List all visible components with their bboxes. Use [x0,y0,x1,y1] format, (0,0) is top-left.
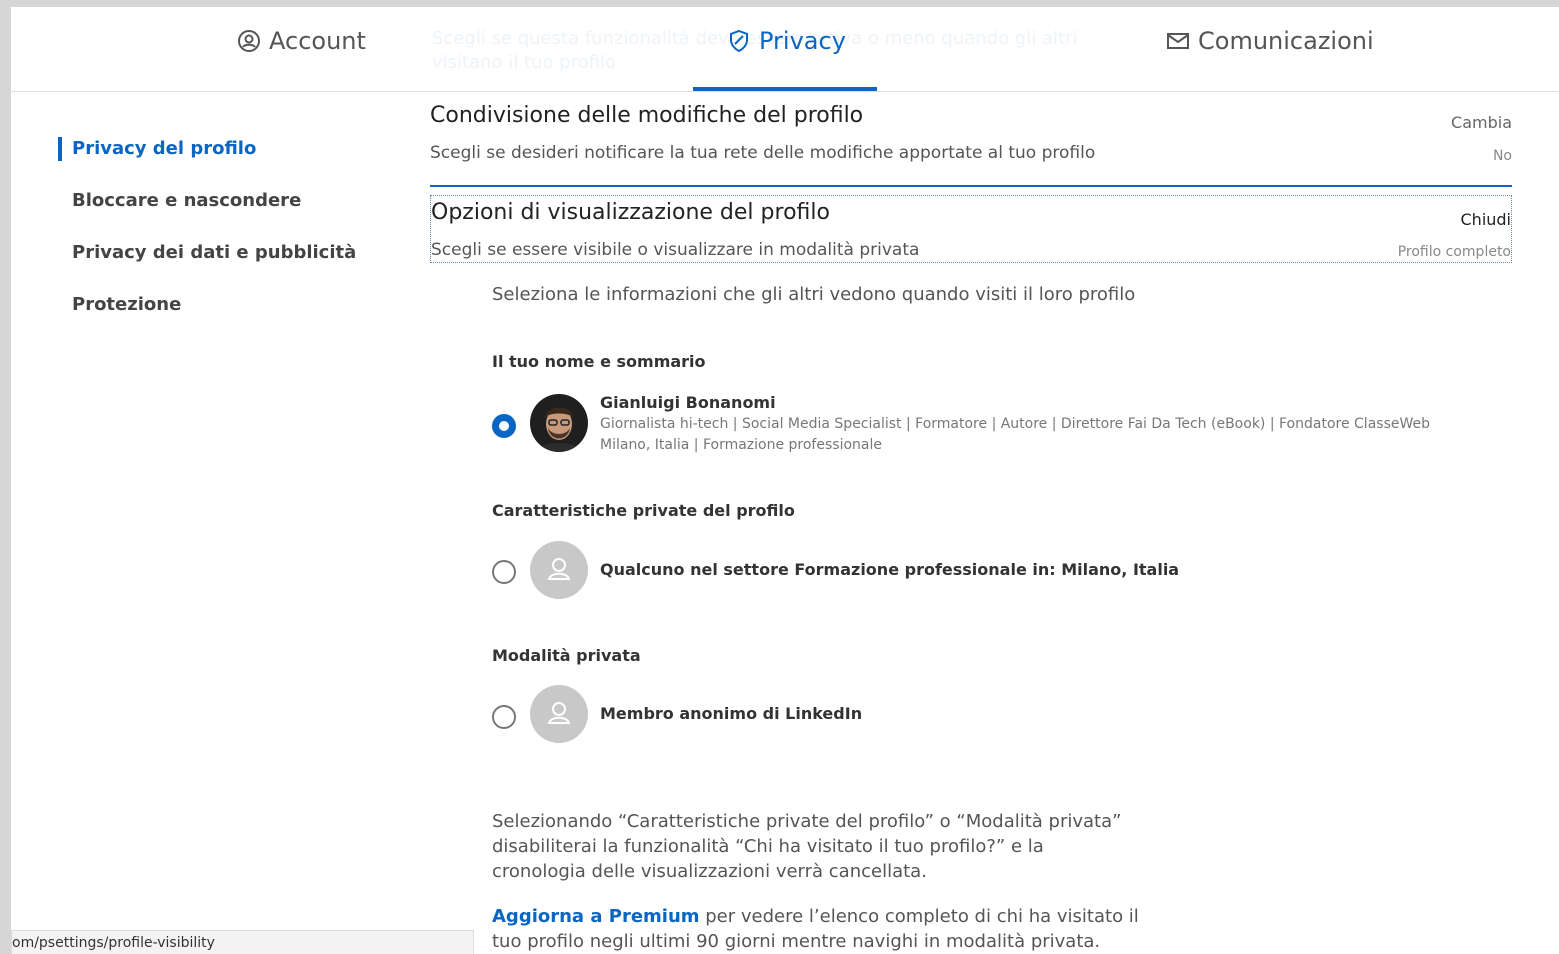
setting-profile-edits-sharing[interactable]: Condivisione delle modifiche del profilo… [430,103,1512,187]
sidebar-item-privacy-del-profilo[interactable]: Privacy del profilo [58,137,356,189]
tab-privacy-label: Privacy [759,27,846,55]
radio-full-profile[interactable] [492,414,516,438]
tab-privacy[interactable]: Privacy [727,23,846,59]
option-location: Milano, Italia | Formazione professional… [600,437,882,453]
close-button[interactable]: Chiudi [1461,210,1512,229]
top-navigation: Scegli se questa funzionalità deve esser… [11,7,1559,92]
tab-account[interactable]: Account [237,23,366,59]
person-placeholder-icon [530,541,588,599]
setting-description: Scegli se desideri notificare la tua ret… [430,143,1096,163]
setting-title: Opzioni di visualizzazione del profilo [431,200,830,225]
browser-status-bar: om/psettings/profile-visibility [11,930,474,954]
option-group-label: Il tuo nome e sommario [492,352,706,371]
sidebar: Privacy del profilo Bloccare e nasconder… [58,137,356,345]
setting-profile-viewing-options[interactable]: Opzioni di visualizzazione del profilo S… [430,195,1512,263]
shield-icon [727,29,751,53]
premium-note: Aggiorna a Premium per vedere l’elenco c… [492,904,1142,954]
radio-private-mode[interactable] [492,705,516,729]
upgrade-premium-link[interactable]: Aggiorna a Premium [492,906,700,927]
tab-comunicazioni[interactable]: Comunicazioni [1166,23,1374,59]
option-group-label: Caratteristiche private del profilo [492,501,795,520]
sidebar-item-protezione[interactable]: Protezione [58,293,356,345]
setting-description: Scegli se essere visibile o visualizzare… [431,240,920,260]
settings-page: Scegli se questa funzionalità deve esser… [11,7,1559,954]
option-name: Gianluigi Bonanomi [600,393,776,412]
avatar [530,394,588,452]
setting-title: Condivisione delle modifiche del profilo [430,103,864,128]
envelope-icon [1166,29,1190,53]
option-name: Qualcuno nel settore Formazione professi… [600,560,1180,579]
tab-comunicazioni-label: Comunicazioni [1198,27,1374,55]
visibility-intro: Seleziona le informazioni che gli altri … [492,284,1136,305]
setting-value: No [1492,148,1512,164]
radio-private-characteristics[interactable] [492,560,516,584]
option-group-label: Modalità privata [492,646,641,665]
change-button[interactable]: Cambia [1451,113,1512,132]
tab-account-label: Account [269,27,366,55]
private-mode-note: Selezionando “Caratteristiche private de… [492,811,1122,882]
active-tab-indicator [693,87,877,91]
sidebar-item-bloccare-e-nascondere[interactable]: Bloccare e nascondere [58,189,356,241]
account-icon [237,29,261,53]
person-placeholder-icon [530,685,588,743]
option-name: Membro anonimo di LinkedIn [600,704,863,723]
setting-value: Profilo completo [1397,244,1511,260]
option-headline: Giornalista hi-tech | Social Media Speci… [600,416,1430,432]
sidebar-item-privacy-dei-dati[interactable]: Privacy dei dati e pubblicità [58,241,356,293]
